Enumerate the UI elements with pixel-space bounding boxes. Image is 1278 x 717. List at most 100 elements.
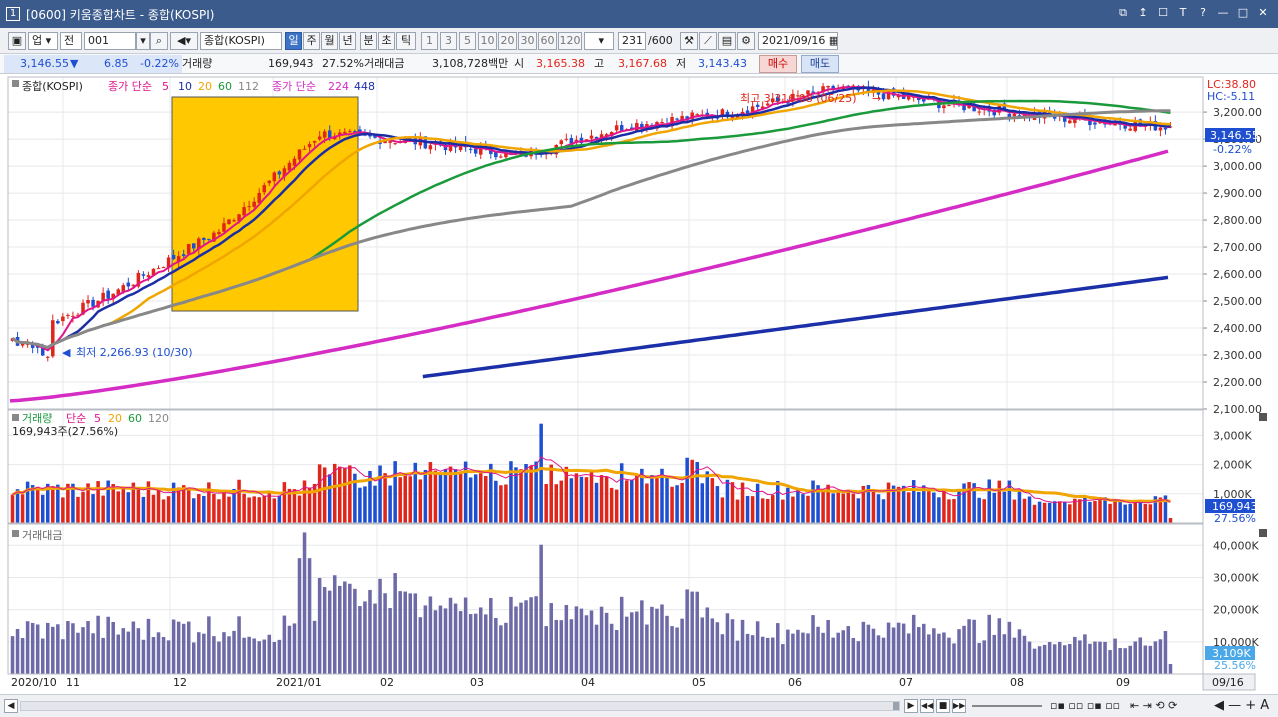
volume-panel-close-icon[interactable] bbox=[1259, 413, 1267, 421]
volume-bar bbox=[927, 490, 931, 523]
price-tick-label: 2,500.00 bbox=[1213, 295, 1262, 308]
help-icon[interactable]: ? bbox=[1196, 6, 1210, 20]
close-icon[interactable]: ✕ bbox=[1256, 6, 1270, 20]
amount-bar bbox=[156, 632, 161, 674]
period-year[interactable]: 년 bbox=[339, 32, 356, 50]
market-select[interactable]: 업 ▾ bbox=[28, 32, 58, 50]
period-tick[interactable]: 틱 bbox=[396, 32, 416, 50]
amount-bar bbox=[705, 607, 710, 674]
scroll-right-icon[interactable]: ▶ bbox=[904, 699, 918, 713]
volume-label: 거래량 bbox=[182, 57, 213, 70]
volume-bar bbox=[539, 423, 543, 523]
amount-bar bbox=[20, 637, 25, 674]
amount-bar bbox=[911, 614, 916, 674]
interval-60[interactable]: 60 bbox=[538, 32, 557, 50]
candle-body bbox=[277, 171, 282, 175]
custom-interval-select[interactable]: ▾ bbox=[584, 32, 614, 50]
amount-bar bbox=[1138, 637, 1143, 674]
scope-select[interactable]: 전 bbox=[60, 32, 82, 50]
speaker-icon[interactable]: ◀▾ bbox=[170, 32, 198, 50]
date-input[interactable]: 2021/09/16 ▦ bbox=[758, 32, 838, 50]
buy-button[interactable]: 매수 bbox=[759, 55, 797, 73]
amount-bar bbox=[45, 622, 50, 674]
view-mode-icons[interactable]: ▫▪ ▫▫ ▫▪ ▫▫ bbox=[1050, 699, 1120, 713]
stock-name-field[interactable]: 종합(KOSPI) bbox=[200, 32, 282, 50]
chart-canvas[interactable]: 3,200.003,100.003,000.002,900.002,800.00… bbox=[0, 74, 1278, 694]
interval-20[interactable]: 20 bbox=[498, 32, 517, 50]
amount-bar bbox=[277, 639, 282, 674]
maximize-icon[interactable]: □ bbox=[1236, 6, 1250, 20]
amount-bar bbox=[509, 596, 513, 674]
amount-bar bbox=[504, 622, 508, 674]
rewind-icon[interactable]: ◀◀ bbox=[920, 699, 934, 713]
candle-body bbox=[252, 201, 256, 207]
volume-bar bbox=[765, 498, 770, 523]
interval-120[interactable]: 120 bbox=[558, 32, 582, 50]
indicator-icon[interactable]: ⚒ bbox=[680, 32, 698, 50]
amount-bar bbox=[136, 628, 141, 674]
legend-ma2-label: 종가 단순 bbox=[272, 80, 316, 93]
amount-bar bbox=[292, 623, 297, 674]
candle-body bbox=[1093, 122, 1097, 125]
text-size-icon[interactable]: T bbox=[1176, 6, 1190, 20]
trend-line-icon[interactable]: ⟋ bbox=[699, 32, 717, 50]
candle-body bbox=[232, 220, 236, 222]
x-tick-label: 03 bbox=[470, 676, 484, 689]
volume-bar bbox=[81, 491, 85, 523]
interval-10[interactable]: 10 bbox=[478, 32, 497, 50]
period-month[interactable]: 월 bbox=[321, 32, 338, 50]
stop-icon[interactable]: ■ bbox=[936, 699, 950, 713]
amount-bar bbox=[317, 577, 322, 674]
chart-settings-icon[interactable]: ▣ bbox=[8, 32, 26, 50]
gear-icon[interactable]: ⚙ bbox=[737, 32, 755, 50]
fast-forward-icon[interactable]: ▶▶ bbox=[952, 699, 966, 713]
volume-bar bbox=[1168, 518, 1173, 523]
pin-top-icon[interactable]: ↥ bbox=[1136, 6, 1150, 20]
amount-bar bbox=[624, 616, 629, 674]
amount-bar bbox=[604, 612, 609, 674]
interval-3[interactable]: 3 bbox=[440, 32, 457, 50]
amount-bar bbox=[539, 544, 543, 674]
code-input[interactable]: 001 bbox=[84, 32, 136, 50]
restore-layout-icon[interactable]: ☐ bbox=[1156, 6, 1170, 20]
amount-bar bbox=[121, 628, 126, 674]
scroll-left-icon[interactable]: ◀ bbox=[4, 699, 18, 713]
volume-bar bbox=[760, 498, 765, 523]
amount-bar bbox=[519, 602, 523, 674]
amount-bar bbox=[544, 626, 548, 674]
volume-bar bbox=[418, 479, 423, 523]
amount-bar bbox=[312, 620, 317, 674]
volume-legend-ma-label: 단순 bbox=[66, 412, 86, 425]
period-week[interactable]: 주 bbox=[303, 32, 320, 50]
minimize-icon[interactable]: — bbox=[1216, 6, 1230, 20]
zoom-slider[interactable] bbox=[972, 705, 1042, 707]
data-count-input[interactable]: 231 bbox=[618, 32, 646, 50]
volume-bar bbox=[876, 494, 881, 523]
window-controls: ⧉ ↥ ☐ T ? — □ ✕ bbox=[1116, 6, 1270, 20]
interval-1[interactable]: 1 bbox=[421, 32, 438, 50]
interval-30[interactable]: 30 bbox=[518, 32, 537, 50]
period-day[interactable]: 일 bbox=[285, 32, 302, 50]
horizontal-scrollbar[interactable] bbox=[20, 701, 900, 711]
code-dropdown-icon[interactable]: ▾ bbox=[136, 32, 150, 50]
save-icon[interactable]: ▤ bbox=[718, 32, 736, 50]
zoom-controls[interactable]: ◀ — + A bbox=[1214, 698, 1269, 714]
period-minute[interactable]: 분 bbox=[360, 32, 377, 50]
nav-arrows[interactable]: ⇤ ⇥ ⟲ ⟳ bbox=[1130, 699, 1177, 713]
amount-panel-close-icon[interactable] bbox=[1259, 529, 1267, 537]
high-value: 3,167.68 bbox=[618, 57, 667, 70]
calendar-icon[interactable]: ▦ bbox=[829, 34, 837, 47]
sell-button[interactable]: 매도 bbox=[801, 55, 839, 73]
open-value: 3,165.38 bbox=[536, 57, 585, 70]
period-second[interactable]: 초 bbox=[378, 32, 395, 50]
amount-bar bbox=[227, 636, 231, 674]
interval-5[interactable]: 5 bbox=[459, 32, 476, 50]
amount-bar bbox=[574, 606, 579, 674]
chart-area[interactable]: 3,200.003,100.003,000.002,900.002,800.00… bbox=[0, 74, 1278, 694]
amount-bar bbox=[690, 591, 694, 674]
scrollbar-thumb[interactable] bbox=[893, 702, 899, 710]
link-window-icon[interactable]: ⧉ bbox=[1116, 6, 1130, 20]
search-icon[interactable]: ⌕ bbox=[150, 32, 168, 50]
volume-bar bbox=[1103, 497, 1107, 523]
amount-bar bbox=[831, 637, 835, 674]
